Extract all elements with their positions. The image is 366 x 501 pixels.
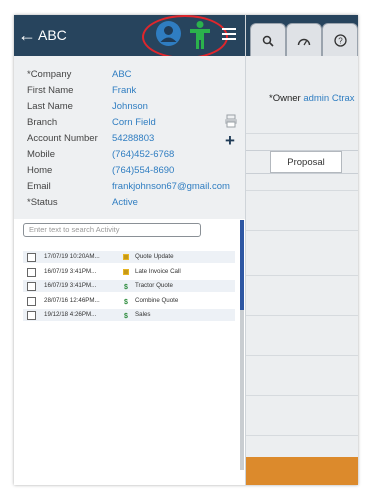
- detail-value[interactable]: (764)452-6768: [112, 149, 174, 160]
- owner-field: *Owner admin Ctrax: [269, 93, 355, 104]
- menu-icon[interactable]: [222, 28, 236, 42]
- activity-date: 19/12/18 4:26PM...: [44, 311, 97, 318]
- svg-text:$: $: [124, 284, 128, 290]
- orange-action-bar[interactable]: [245, 457, 358, 485]
- detail-value[interactable]: Active: [112, 197, 138, 208]
- detail-label: Last Name: [27, 101, 73, 112]
- background-content: [245, 56, 358, 485]
- activity-name: Quote Update: [135, 253, 174, 260]
- note-icon: [123, 254, 129, 260]
- detail-value[interactable]: Frank: [112, 85, 136, 96]
- divider: [245, 395, 358, 396]
- detail-label: *Company: [27, 69, 72, 80]
- detail-label: Branch: [27, 117, 58, 128]
- activity-search-input[interactable]: Enter text to search Activity: [23, 223, 201, 237]
- activity-name: Sales: [135, 311, 151, 318]
- owner-label: *Owner: [269, 93, 301, 104]
- divider: [245, 190, 358, 191]
- divider: [245, 315, 358, 316]
- dollar-icon: $: [123, 283, 129, 291]
- activity-row[interactable]: 16/07/19 3:41PM... $ Tractor Quote: [23, 280, 235, 292]
- activity-row[interactable]: 28/07/16 12:46PM... $ Combine Quote: [23, 294, 235, 307]
- tab-dashboard[interactable]: [286, 23, 322, 57]
- highlight-annotation: [142, 15, 228, 59]
- activity-name: Late Invoice Call: [135, 267, 181, 275]
- activity-name: Tractor Quote: [135, 282, 173, 289]
- account-panel: ← ABC + *Company ABC First Name Frank Last N…: [14, 15, 246, 485]
- dollar-icon: $: [123, 312, 129, 320]
- activity-date: 17/07/19 10:20AM...: [44, 253, 100, 260]
- svg-text:$: $: [124, 299, 128, 305]
- gauge-icon: [297, 38, 311, 45]
- divider: [245, 355, 358, 356]
- detail-value[interactable]: (764)554-8690: [112, 165, 174, 176]
- svg-text:?: ?: [338, 37, 343, 46]
- detail-label: Account Number: [27, 133, 98, 144]
- activity-row[interactable]: 16/07/19 3:41PM... Late Invoice Call: [23, 265, 235, 278]
- back-arrow-icon[interactable]: ←: [18, 24, 36, 46]
- help-icon: ?: [333, 34, 347, 47]
- printer-icon[interactable]: [224, 114, 238, 128]
- activity-date: 28/07/16 12:46PM...: [44, 296, 100, 304]
- add-icon[interactable]: +: [225, 132, 235, 149]
- page-title: ABC: [38, 27, 67, 43]
- activity-checkbox[interactable]: [27, 311, 36, 320]
- tab-help[interactable]: ?: [322, 23, 358, 57]
- activity-checkbox[interactable]: [27, 296, 36, 306]
- detail-value[interactable]: Corn Field: [112, 117, 156, 128]
- activity-date: 16/07/19 3:41PM...: [44, 282, 97, 289]
- detail-label: Mobile: [27, 149, 55, 160]
- svg-text:$: $: [124, 313, 128, 319]
- divider: [245, 230, 358, 231]
- panel-header: ← ABC: [14, 15, 245, 59]
- search-icon: [262, 35, 274, 47]
- activity-date: 16/07/19 3:41PM...: [44, 267, 97, 275]
- detail-value[interactable]: ABC: [112, 69, 132, 80]
- detail-value[interactable]: 54288803: [112, 133, 154, 144]
- detail-value[interactable]: frankjohnson67@gmail.com: [112, 181, 230, 192]
- divider: [245, 435, 358, 436]
- detail-label: Home: [27, 165, 53, 176]
- dollar-icon: $: [123, 298, 129, 306]
- note-icon: [123, 268, 129, 275]
- divider: [245, 275, 358, 276]
- device-frame: ? *Owner admin Ctrax Proposal ← ABC + *C…: [14, 15, 358, 485]
- activity-name: Combine Quote: [135, 296, 179, 304]
- owner-link[interactable]: admin Ctrax: [303, 93, 354, 104]
- stage-proposal[interactable]: Proposal: [270, 151, 342, 173]
- activity-checkbox[interactable]: [27, 282, 36, 291]
- activity-checkbox[interactable]: [27, 253, 36, 262]
- detail-label: Email: [27, 181, 51, 192]
- detail-value[interactable]: Johnson: [112, 101, 148, 112]
- activity-checkbox[interactable]: [27, 267, 36, 277]
- detail-label: *Status: [27, 197, 58, 208]
- activity-row[interactable]: 19/12/18 4:26PM... $ Sales: [23, 309, 235, 321]
- tab-search[interactable]: [250, 23, 286, 57]
- scrollbar-thumb[interactable]: [240, 220, 244, 310]
- divider: [245, 133, 358, 134]
- detail-label: First Name: [27, 85, 74, 96]
- activity-row[interactable]: 17/07/19 10:20AM... Quote Update: [23, 251, 235, 263]
